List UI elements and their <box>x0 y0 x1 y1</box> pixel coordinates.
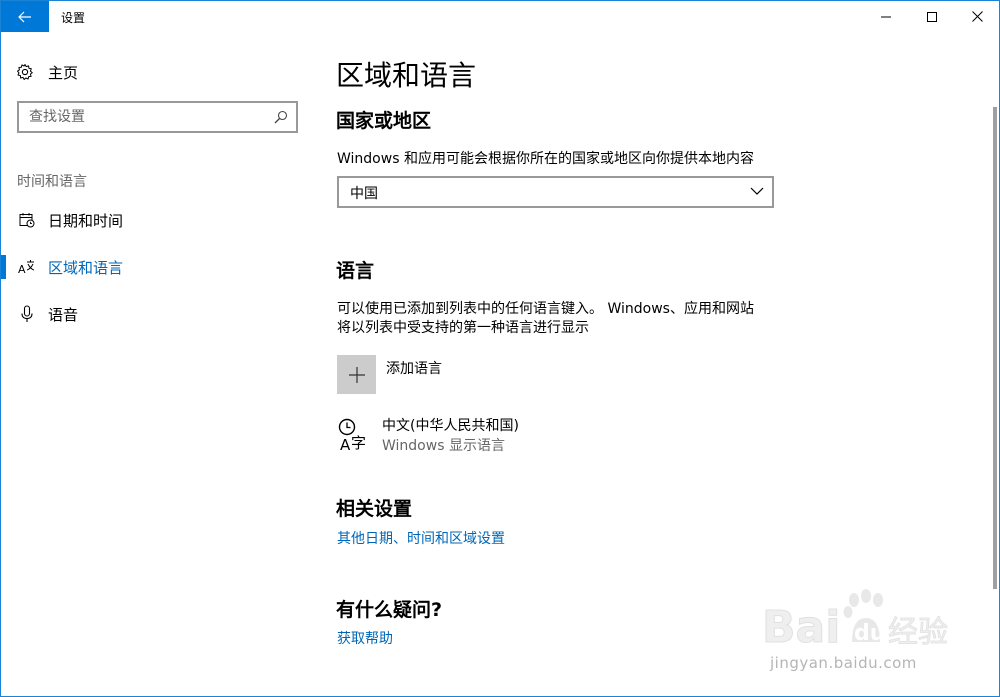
country-selected-value: 中国 <box>350 186 378 202</box>
page-title: 区域和语言 <box>336 59 477 92</box>
svg-text:A: A <box>340 436 351 453</box>
svg-text:经验: 经验 <box>888 615 948 650</box>
home-label: 主页 <box>48 63 79 82</box>
country-dropdown[interactable]: 中国 <box>337 176 774 208</box>
svg-text:du: du <box>854 621 885 646</box>
add-language-button[interactable]: 添加语言 <box>337 355 442 394</box>
search-box <box>17 101 298 133</box>
language-description-line1: 可以使用已添加到列表中的任何语言键入。 Windows、应用和网站 <box>337 301 754 317</box>
gear-icon <box>17 64 33 80</box>
add-language-label: 添加语言 <box>386 361 442 377</box>
sidebar: 主页 时间和语言 日期和时间 <box>1 32 311 696</box>
close-icon <box>971 11 983 22</box>
sidebar-item-speech[interactable]: 语音 <box>1 294 311 334</box>
sidebar-item-date-time[interactable]: 日期和时间 <box>1 200 311 240</box>
svg-text:Bai: Bai <box>762 602 840 653</box>
maximize-icon <box>927 11 937 22</box>
chevron-down-icon <box>750 187 764 195</box>
related-settings-heading: 相关设置 <box>336 498 413 520</box>
additional-date-time-region-link[interactable]: 其他日期、时间和区域设置 <box>337 528 505 548</box>
close-button[interactable] <box>954 1 1000 32</box>
display-language-icon: A 字 <box>338 418 366 453</box>
add-language-tile <box>337 355 376 394</box>
country-heading: 国家或地区 <box>336 110 432 132</box>
svg-text:字: 字 <box>351 434 366 452</box>
watermark-url: jingyan.baidu.com <box>770 654 917 672</box>
sidebar-item-region-language[interactable]: A 区域和语言 <box>1 247 311 287</box>
get-help-link[interactable]: 获取帮助 <box>337 628 393 648</box>
microphone-icon <box>18 305 36 323</box>
scrollbar[interactable] <box>993 107 997 589</box>
window-title: 设置 <box>61 11 86 25</box>
sidebar-section-header: 时间和语言 <box>17 174 87 190</box>
language-item-chinese[interactable]: A 字 中文(中华人民共和国) Windows 显示语言 <box>337 414 637 454</box>
back-button[interactable] <box>1 1 49 32</box>
search-icon[interactable] <box>274 110 288 124</box>
title-bar: 设置 <box>1 1 999 32</box>
sidebar-item-label: 语音 <box>48 306 79 324</box>
sidebar-item-label: 区域和语言 <box>48 259 124 277</box>
sidebar-item-home[interactable]: 主页 <box>16 62 78 82</box>
language-description: 可以使用已添加到列表中的任何语言键入。 Windows、应用和网站 将以列表中受… <box>337 300 817 338</box>
language-name: 中文(中华人民共和国) <box>382 418 519 434</box>
plus-icon <box>348 366 365 383</box>
sidebar-item-label: 日期和时间 <box>48 212 124 230</box>
maximize-button[interactable] <box>909 1 955 32</box>
help-heading: 有什么疑问? <box>336 599 443 621</box>
svg-text:A: A <box>18 263 26 276</box>
calendar-clock-icon <box>18 211 36 229</box>
minimize-icon <box>881 16 891 17</box>
search-input[interactable] <box>19 103 259 131</box>
country-description: Windows 和应用可能会根据你所在的国家或地区向你提供本地内容 <box>337 151 754 167</box>
region-language-icon: A <box>18 258 36 276</box>
back-arrow-icon <box>18 11 31 22</box>
language-subtitle: Windows 显示语言 <box>382 438 505 454</box>
minimize-button[interactable] <box>863 1 909 32</box>
active-indicator <box>1 255 6 279</box>
language-description-line2: 将以列表中受支持的第一种语言进行显示 <box>337 320 589 336</box>
language-heading: 语言 <box>336 260 375 282</box>
